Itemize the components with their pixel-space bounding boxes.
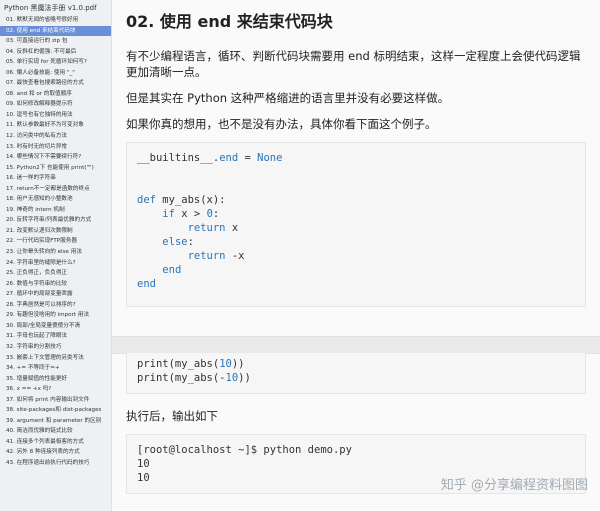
code-block-usage: print(my_abs(10)) print(my_abs(-10)) (126, 353, 586, 394)
outline-item[interactable]: 24. 字符串里的缝隙是什么? (0, 258, 111, 269)
outline-item[interactable]: 26. 数值与字符串的比较 (0, 279, 111, 290)
outline-item[interactable]: 42. 另外 8 种连接列表的方式 (0, 447, 111, 458)
outline-item[interactable]: 11. 默认参数最好不为可变对象 (0, 120, 111, 131)
code-line: return x (187, 222, 239, 234)
sidebar-outline: Python 黑魔法手册 v1.0.pdf 01. 默默无闻的省略号很好用 02.… (0, 0, 112, 511)
outline-item[interactable]: 03. 可直接运行的 zip 包 (0, 36, 111, 47)
outline-item[interactable]: 09. 如何修改解释器提示符 (0, 99, 111, 110)
document-title: Python 黑魔法手册 v1.0.pdf (4, 4, 97, 12)
outline-item[interactable]: 02. 使用 end 来结束代码块 (0, 25, 111, 37)
outline-item[interactable]: 25. 正负得正，负负得正 (0, 268, 111, 279)
outline-item[interactable]: 10. 逗号也有它独特的用法 (0, 110, 111, 121)
code-line: 10 (137, 458, 150, 470)
outline-item[interactable]: 05. 单行实现 for 死循环如何写? (0, 57, 111, 68)
outline-item[interactable]: 34. += 不等同于=+ (0, 363, 111, 374)
outline-item[interactable]: 37. 如何将 print 内容输出到文件 (0, 395, 111, 406)
outline-item[interactable]: 20. 反转字符串/列表最优雅的方式 (0, 215, 111, 226)
outline-item[interactable]: 04. 反斜杠的倔强: 不可最后 (0, 47, 111, 58)
outline-item[interactable]: 18. 用户无感知的小整数池 (0, 194, 111, 205)
outline-item[interactable]: 06. 懒人必备技能: 使用 "_" (0, 68, 111, 79)
outline-item[interactable]: 12. 访问类中的私有方法 (0, 131, 111, 142)
outline-item[interactable]: 01. 默默无闻的省略号很好用 (0, 15, 111, 26)
code-line: else: (162, 236, 194, 248)
outline-item[interactable]: 21. 改变默认递归次数限制 (0, 226, 111, 237)
paragraph-python: 但是其实在 Python 这种严格缩进的语言里并没有必要这样做。 (126, 91, 450, 105)
code-block-definition: __builtins__.end = None def my_abs(x): i… (126, 142, 586, 307)
outline-item[interactable]: 17. return不一定都是函数的终点 (0, 184, 111, 195)
outline-item[interactable]: 32. 字符串的分割技巧 (0, 342, 111, 353)
outline-item[interactable]: 33. 嵌套上下文管理的另类写法 (0, 353, 111, 364)
code-line: end (162, 264, 182, 276)
outline-item[interactable]: 31. 字母也玩起了障眼法 (0, 331, 111, 342)
outline-item[interactable]: 36. x == +x 吗? (0, 384, 111, 395)
watermark-text: 知乎 @分享编程资料图图 (440, 478, 588, 493)
outline-item[interactable]: 28. 字典居然是可以排序的? (0, 300, 111, 311)
code-line: print(my_abs(10)) (137, 358, 245, 370)
outline-item[interactable]: 19. 神奇的 intern 机制 (0, 205, 111, 216)
code-line: print(my_abs(-10)) (137, 372, 251, 384)
outline-item[interactable]: 23. 让你晕头转向的 else 用法 (0, 247, 111, 258)
outline-item[interactable]: 41. 连接多个列表最极客的方式 (0, 437, 111, 448)
outline-item[interactable]: 07. 最快查看包搜索路径的方式 (0, 78, 111, 89)
outline-item[interactable]: 22. 一行代码实现FTP服务器 (0, 236, 111, 247)
outline-item[interactable]: 43. 在程序退出前执行代码的技巧 (0, 458, 111, 469)
outline-item[interactable]: 16. 迷一样的字符串 (0, 173, 111, 184)
outline-item[interactable]: 38. site-packages和 dist-packages (0, 405, 111, 416)
outline-item[interactable]: 13. 时有时无的切片异常 (0, 142, 111, 153)
outline-item[interactable]: 35. 增量赋值的性能更好 (0, 374, 111, 385)
section-heading: 02. 使用 end 来结束代码块 (126, 12, 333, 31)
outline-item[interactable]: 30. 局部/全局变量傻傻分不清 (0, 321, 111, 332)
page-break (112, 336, 600, 354)
outline-item[interactable]: 29. 有趣但没啥用的 import 用法 (0, 310, 111, 321)
paragraph-example: 如果你真的想用，也不是没有办法，具体你看下面这个例子。 (126, 117, 437, 131)
code-line: def my_abs(x): (137, 194, 226, 206)
outline-list: 01. 默默无闻的省略号很好用 02. 使用 end 来结束代码块 03. 可直接运… (0, 15, 111, 469)
paragraph-intro: 有不少编程语言，循环、判断代码块需要用 end 标明结束，这样一定程度上会使代码… (126, 49, 581, 79)
outline-item[interactable]: 39. argument 和 parameter 的区别 (0, 416, 111, 427)
outline-item[interactable]: 08. and 和 or 的取值顺序 (0, 89, 111, 100)
outline-item[interactable]: 14. 哪些情况下不需要续行符? (0, 152, 111, 163)
code-line: [root@localhost ~]$ python demo.py (137, 444, 352, 456)
code-line: end (137, 278, 156, 290)
outline-item[interactable]: 27. 循环中的局部变量泄露 (0, 289, 111, 300)
code-line: __builtins__.end = None (137, 152, 283, 164)
outline-item[interactable]: 40. 简洁而优雅的链式比较 (0, 426, 111, 437)
outline-item[interactable]: 15. Python2下 也能使用 print("") (0, 163, 111, 174)
code-line: return -x (187, 250, 245, 262)
code-line: if x > 0: (162, 208, 220, 220)
paragraph-output: 执行后，输出如下 (126, 409, 218, 423)
